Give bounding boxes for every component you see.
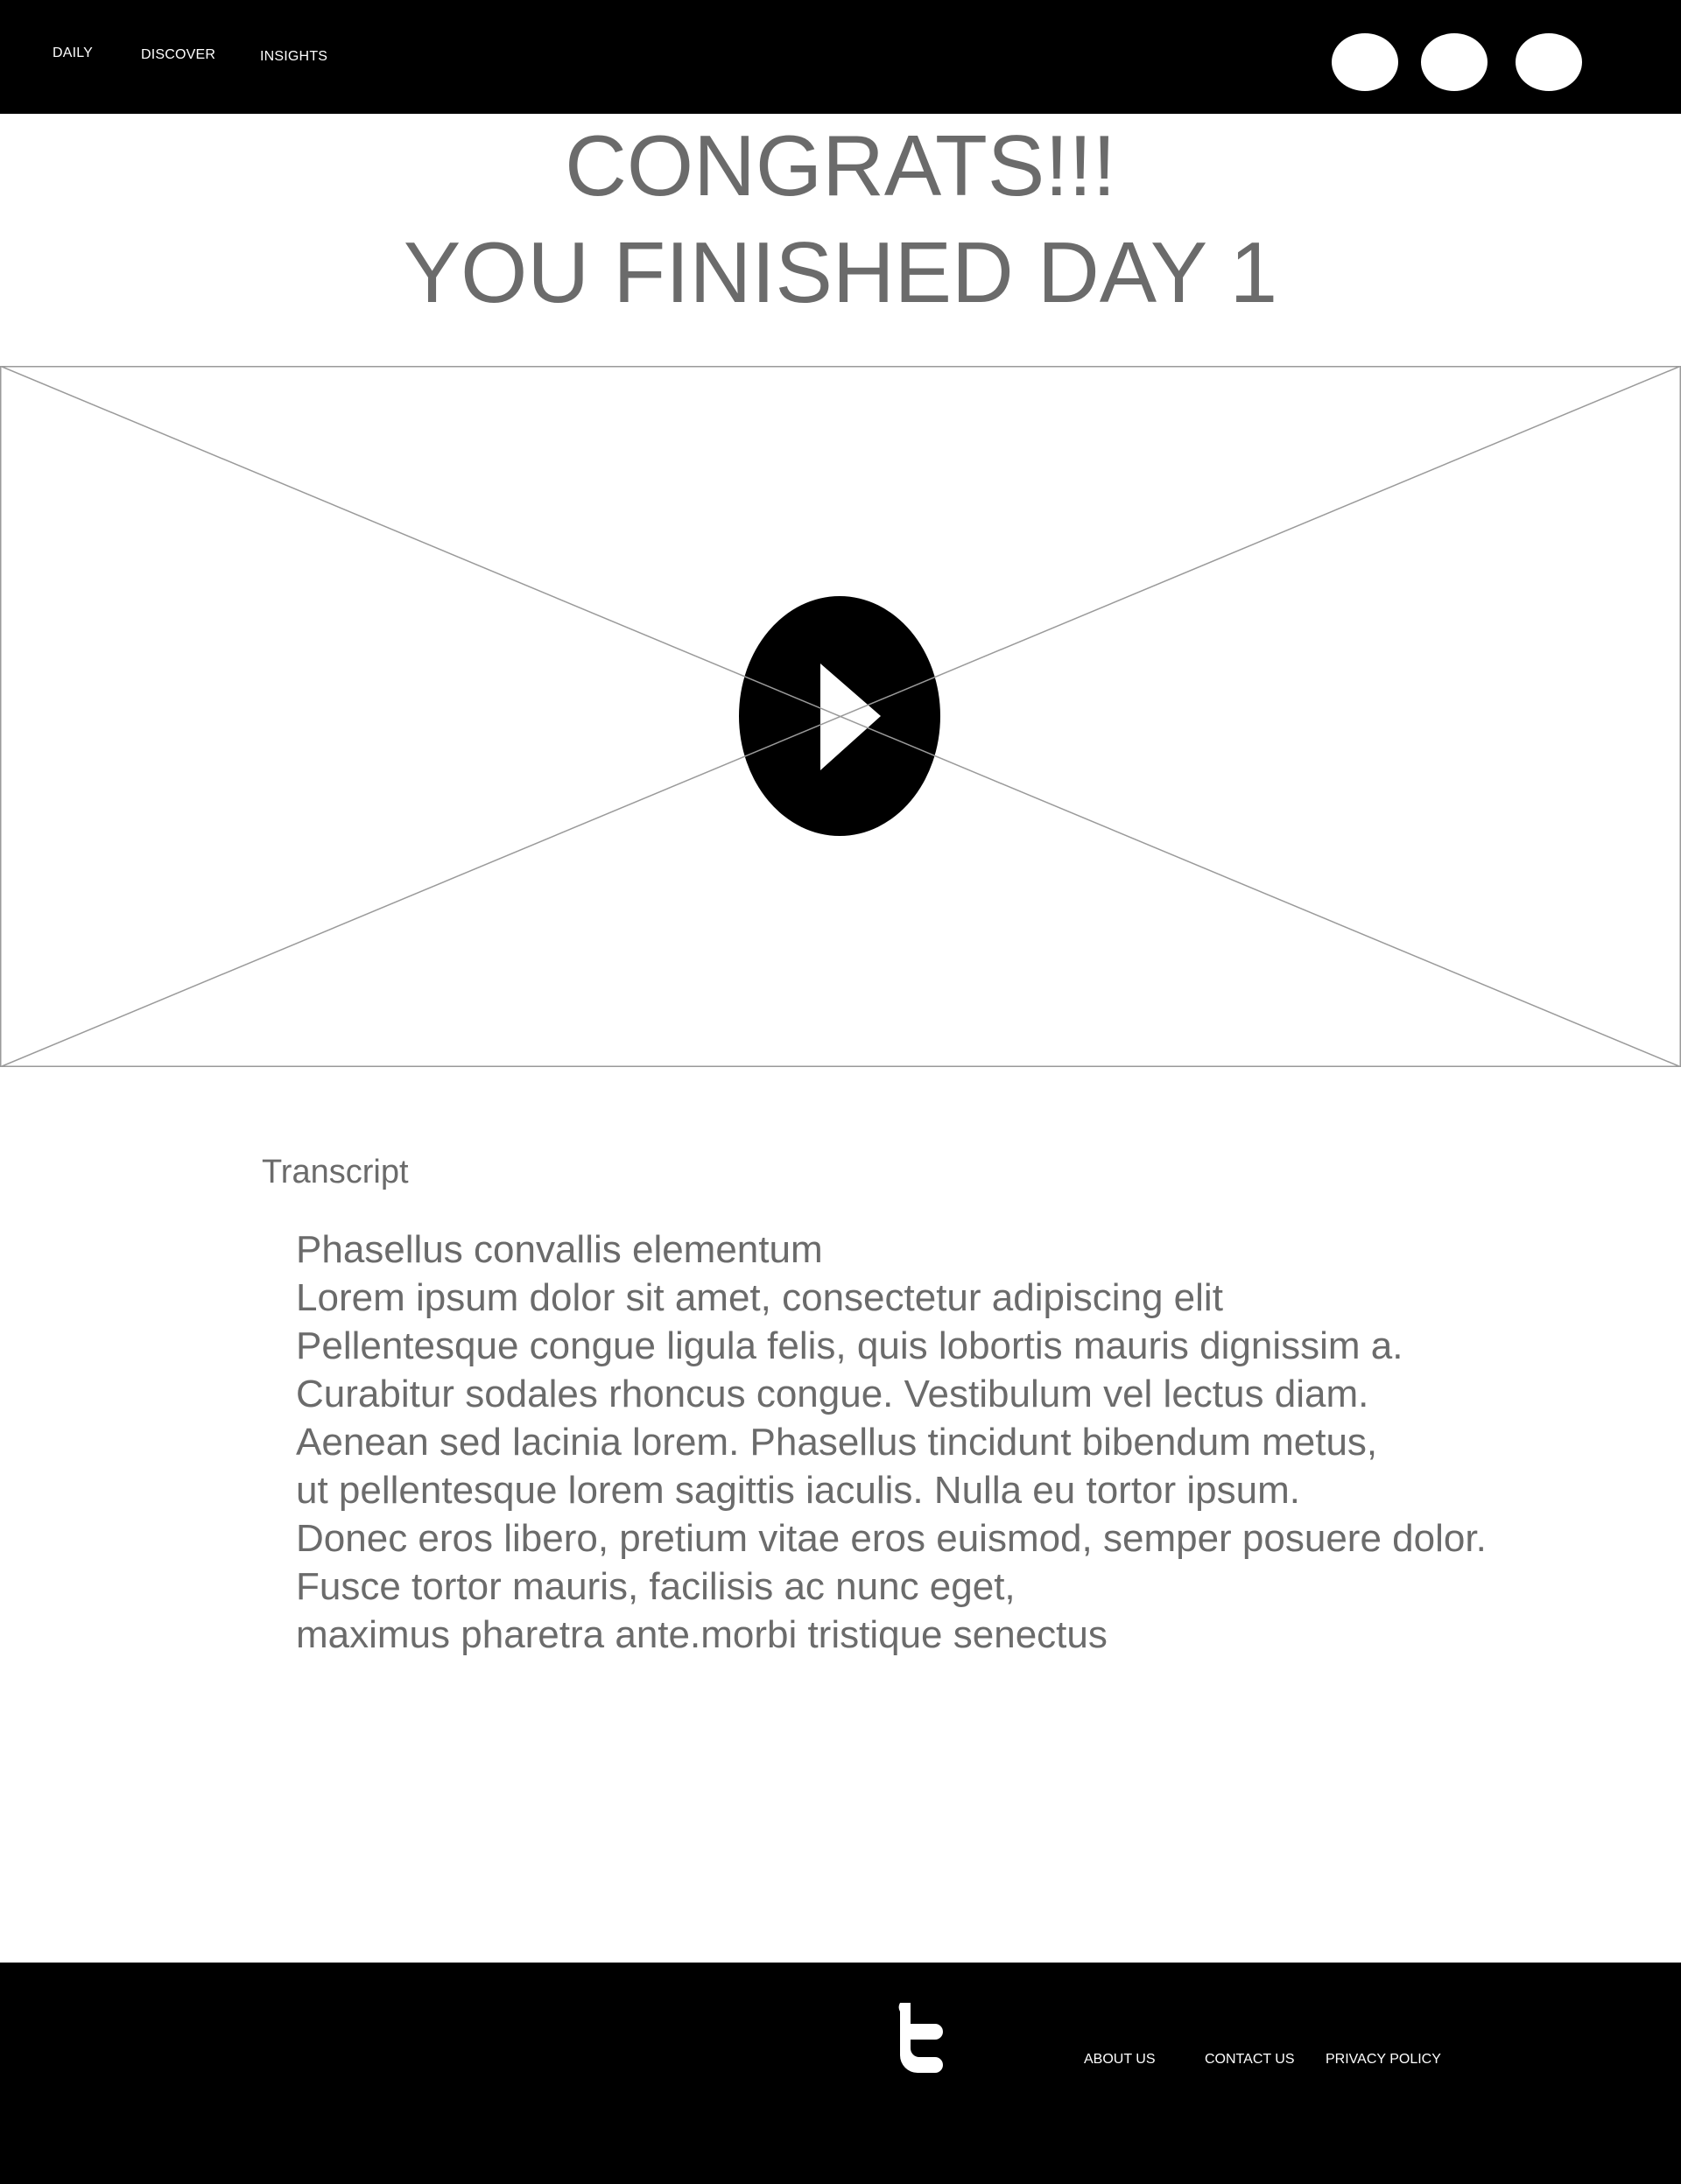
transcript-line: Fusce tortor mauris, facilisis ac nunc e… — [296, 1565, 1016, 1608]
headline-finished-day: YOU FINISHED DAY 1 — [403, 224, 1278, 320]
headline-congrats: CONGRATS!!! — [565, 117, 1116, 214]
footer-bar: ABOUT US CONTACT US PRIVACY POLICY — [0, 1963, 1681, 2184]
transcript-line: ut pellentesque lorem sagittis iaculis. … — [296, 1469, 1300, 1512]
transcript-heading: Transcript — [262, 1154, 409, 1190]
transcript-line: Aenean sed lacinia lorem. Phasellus tinc… — [296, 1421, 1378, 1464]
transcript-line: Pellentesque congue ligula felis, quis l… — [296, 1324, 1403, 1367]
header-circle-button-3[interactable] — [1516, 33, 1582, 91]
video-placeholder[interactable] — [0, 366, 1681, 1067]
footer-link-contact-us[interactable]: CONTACT US — [1205, 2052, 1295, 2068]
transcript-line: Donec eros libero, pretium vitae eros eu… — [296, 1517, 1487, 1560]
top-nav-bar: DAILY DISCOVER INSIGHTS — [0, 0, 1681, 114]
nav-link-insights[interactable]: INSIGHTS — [260, 49, 327, 65]
transcript-text: Phasellus convallis elementum Lorem ipsu… — [296, 1225, 1662, 1659]
nav-link-daily[interactable]: DAILY — [53, 46, 93, 61]
nav-link-discover[interactable]: DISCOVER — [141, 47, 215, 63]
footer-link-about-us[interactable]: ABOUT US — [1084, 2052, 1156, 2068]
header-circle-button-1[interactable] — [1332, 33, 1398, 91]
transcript-line: Phasellus convallis elementum — [296, 1228, 823, 1271]
transcript-line: Curabitur sodales rhoncus congue. Vestib… — [296, 1373, 1369, 1415]
video-placeholder-graphic — [0, 366, 1681, 1067]
transcript-line: Lorem ipsum dolor sit amet, consectetur … — [296, 1276, 1223, 1319]
transcript-line: maximus pharetra ante.morbi tristique se… — [296, 1613, 1108, 1656]
twitter-icon[interactable] — [891, 2003, 946, 2073]
header-circle-button-2[interactable] — [1421, 33, 1488, 91]
footer-link-privacy-policy[interactable]: PRIVACY POLICY — [1326, 2052, 1441, 2068]
page: DAILY DISCOVER INSIGHTS CONGRATS!!! YOU … — [0, 0, 1681, 2184]
